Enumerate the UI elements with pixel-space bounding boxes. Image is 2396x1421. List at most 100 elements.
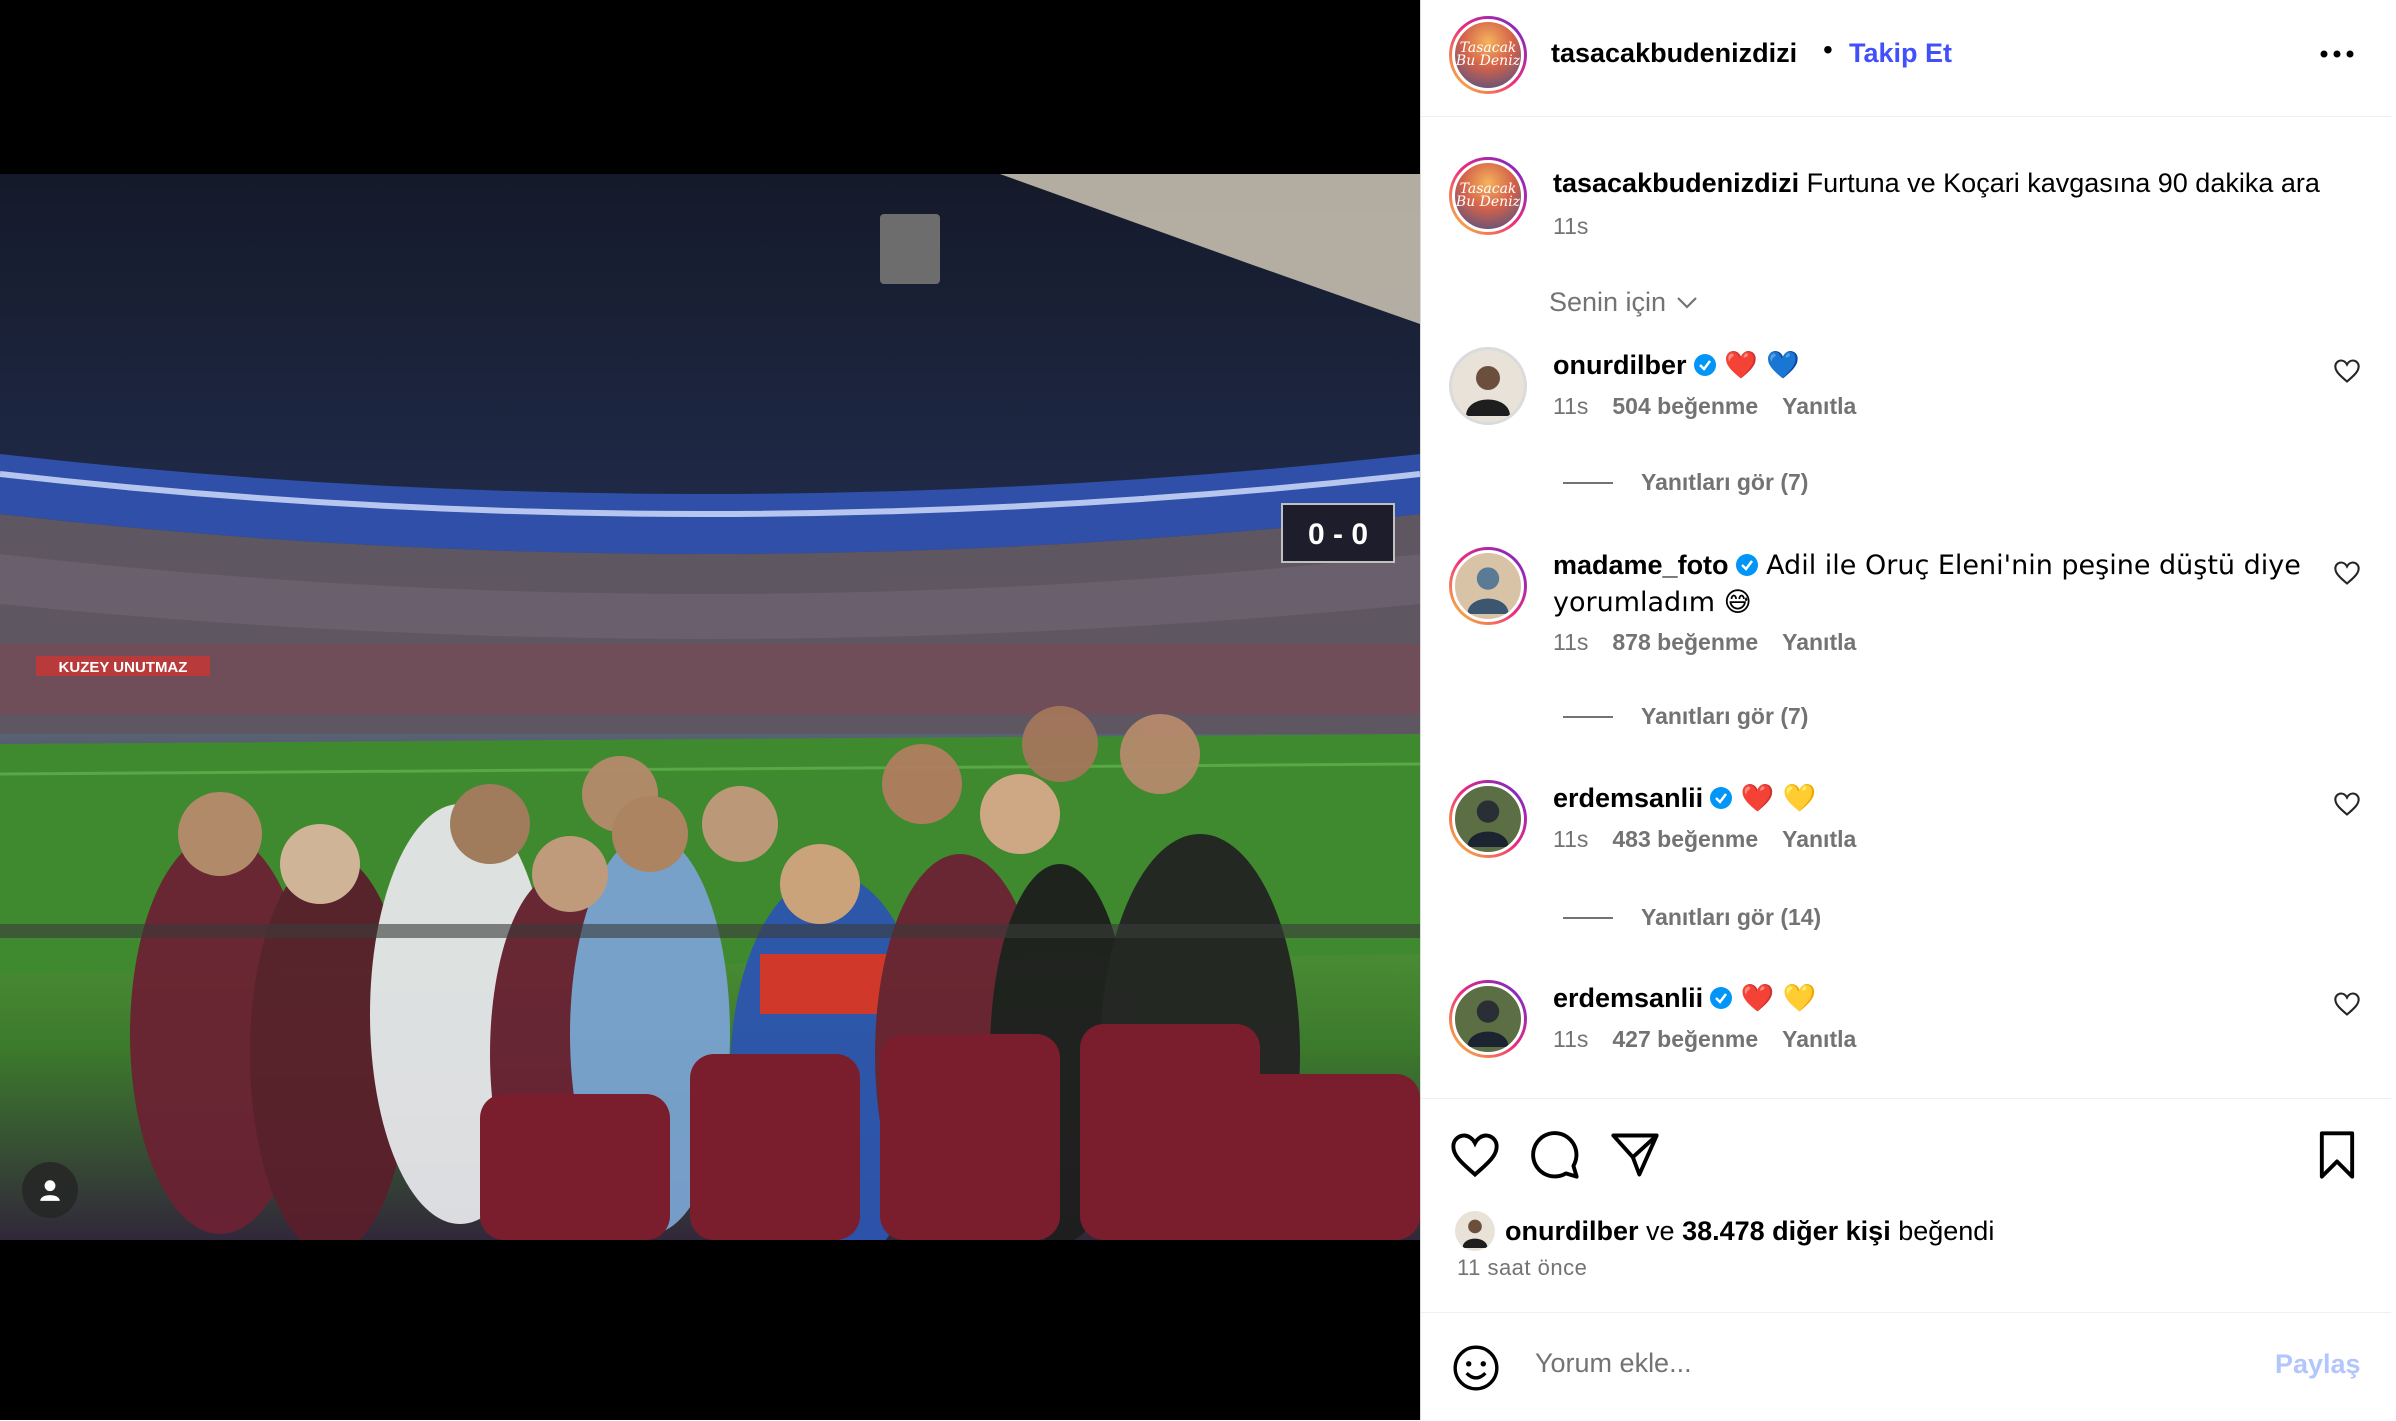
share-send-icon[interactable]: [1609, 1129, 1661, 1181]
reply-button[interactable]: Yanıtla: [1782, 393, 1856, 420]
comment-filter-label: Senin için: [1549, 287, 1667, 317]
caption-logo: Tasacak Bu Deniz: [1452, 160, 1524, 232]
reply-button[interactable]: Yanıtla: [1782, 1026, 1856, 1053]
likes-summary[interactable]: onurdilber ve 38.478 diğer kişi beğendi: [1455, 1211, 1994, 1251]
more-horizontal-icon: [2320, 50, 2354, 58]
comment-input[interactable]: [1533, 1347, 2217, 1380]
author-username[interactable]: tasacakbudenizdizi: [1551, 38, 1797, 69]
comment-time: 11s: [1553, 826, 1589, 852]
caption-username[interactable]: tasacakbudenizdizi: [1553, 168, 1799, 198]
post-comment-button[interactable]: Paylaş: [2275, 1349, 2361, 1380]
verified-badge-icon: [1693, 354, 1716, 376]
comment-text-row: onurdilber ❤️ 💙: [1553, 347, 2353, 384]
comment-text-row: madame_foto Adil ile Oruç Eleni'nin peşi…: [1553, 547, 2333, 621]
post-header: Tasacak Bu Deniz tasacakbudenizdizi • Ta…: [1421, 0, 2391, 117]
comment-meta: 11s 504 beğenme Yanıtla: [1553, 393, 1856, 420]
comment-like-heart-icon[interactable]: [2333, 559, 2361, 587]
comment-like-heart-icon[interactable]: [2333, 357, 2361, 385]
reply-button[interactable]: Yanıtla: [1782, 826, 1856, 853]
comment-time: 11s: [1553, 393, 1589, 419]
view-replies-label: Yanıtları gör (7): [1641, 703, 1809, 729]
verified-badge-icon: [1710, 987, 1733, 1009]
view-replies-label: Yanıtları gör (14): [1641, 904, 1822, 930]
comment-likes[interactable]: 427 beğenme: [1612, 1026, 1758, 1053]
comment-username[interactable]: erdemsanlii: [1553, 983, 1703, 1013]
caption-avatar[interactable]: Tasacak Bu Deniz: [1449, 157, 1527, 235]
liker-username[interactable]: onurdilber: [1505, 1216, 1639, 1246]
comment-avatar-photo: [1452, 550, 1524, 622]
author-logo-text: Tasacak Bu Deniz: [1455, 40, 1521, 69]
person-photo-icon: [1462, 1219, 1488, 1248]
comments-section[interactable]: Tasacak Bu Deniz tasacakbudenizdizi Furt…: [1421, 117, 2391, 1097]
like-heart-icon[interactable]: [1449, 1129, 1501, 1181]
person-photo-icon: [1467, 800, 1509, 847]
user-icon: [40, 1180, 60, 1201]
comment-username[interactable]: onurdilber: [1553, 350, 1687, 380]
comment-bubble-icon[interactable]: [1529, 1129, 1581, 1181]
view-replies-label: Yanıtları gör (7): [1641, 469, 1809, 495]
comment-likes[interactable]: 504 beğenme: [1612, 393, 1758, 420]
caption: tasacakbudenizdizi Furtuna ve Koçari kav…: [1553, 165, 2373, 201]
header-separator: •: [1823, 34, 1833, 65]
person-photo-icon: [1467, 1000, 1509, 1047]
comment-text: ❤️ 💛: [1740, 783, 1817, 814]
scoreboard-text: 0 - 0: [1308, 518, 1368, 551]
liker-avatar[interactable]: [1455, 1211, 1495, 1251]
likes-connector: ve: [1646, 1215, 1675, 1246]
caption-time: 11s: [1553, 213, 1589, 239]
reply-button[interactable]: Yanıtla: [1782, 629, 1856, 656]
post-photo[interactable]: 0 - 0 KUZEY UNUTMAZ: [0, 174, 1420, 1240]
caption-logo-text: Tasacak Bu Deniz: [1455, 181, 1521, 210]
comment-avatar[interactable]: [1449, 780, 1527, 858]
comment-text-row: erdemsanlii ❤️ 💛: [1553, 780, 2353, 817]
follow-button[interactable]: Takip Et: [1849, 38, 1952, 69]
post-timestamp[interactable]: 11 saat önce: [1457, 1255, 1587, 1281]
likes-suffix: beğendi: [1898, 1215, 1995, 1246]
chevron-down-icon: [1677, 296, 1697, 309]
tagged-users-button[interactable]: [22, 1162, 78, 1218]
caption-text: Furtuna ve Koçari kavgasına 90 dakika ar…: [1806, 168, 2320, 198]
comment-time: 11s: [1553, 1026, 1589, 1052]
comment-avatar-photo: [1452, 983, 1524, 1055]
comment-avatar[interactable]: [1449, 547, 1527, 625]
stadium-photo-illustration: 0 - 0 KUZEY UNUTMAZ: [0, 174, 1420, 1240]
post-sidebar: Tasacak Bu Deniz tasacakbudenizdizi • Ta…: [1420, 0, 2391, 1420]
emoji-picker-icon[interactable]: [1451, 1343, 1501, 1393]
comment-filter-button[interactable]: Senin için: [1549, 287, 1698, 318]
comment-time: 11s: [1553, 629, 1589, 655]
comment-text-row: erdemsanlii ❤️ 💛: [1553, 980, 2353, 1017]
comment-text: ❤️ 💛: [1740, 983, 1817, 1014]
view-replies-button[interactable]: Yanıtları gör (14): [1563, 904, 1821, 931]
comment-meta: 11s 878 beğenme Yanıtla: [1553, 629, 1856, 656]
view-replies-button[interactable]: Yanıtları gör (7): [1563, 703, 1808, 730]
comment-like-heart-icon[interactable]: [2333, 790, 2361, 818]
post-actions: onurdilber ve 38.478 diğer kişi beğendi …: [1421, 1098, 2391, 1313]
banner-text: KUZEY UNUTMAZ: [59, 659, 188, 676]
likes-others[interactable]: 38.478 diğer kişi: [1682, 1216, 1891, 1246]
view-replies-button[interactable]: Yanıtları gör (7): [1563, 469, 1808, 496]
comment-text: ❤️ 💙: [1724, 350, 1800, 381]
replies-divider: [1563, 916, 1613, 919]
person-photo-icon: [1466, 366, 1510, 416]
comment-username[interactable]: madame_foto: [1553, 550, 1729, 580]
author-avatar[interactable]: Tasacak Bu Deniz: [1449, 16, 1527, 94]
comment-meta: 11s 483 beğenme Yanıtla: [1553, 826, 1856, 853]
comment-likes[interactable]: 878 beğenme: [1612, 629, 1758, 656]
author-logo: Tasacak Bu Deniz: [1452, 19, 1524, 91]
verified-badge-icon: [1735, 554, 1758, 576]
comment-likes[interactable]: 483 beğenme: [1612, 826, 1758, 853]
verified-badge-icon: [1710, 787, 1733, 809]
replies-divider: [1563, 481, 1613, 484]
person-photo-icon: [1467, 567, 1509, 614]
comment-username[interactable]: erdemsanlii: [1553, 783, 1703, 813]
comment-avatar[interactable]: [1449, 980, 1527, 1058]
more-options-button[interactable]: [2317, 36, 2357, 72]
comment-avatar[interactable]: [1449, 347, 1527, 425]
replies-divider: [1563, 715, 1613, 718]
comment-avatar-photo: [1452, 783, 1524, 855]
post-media-pane: 0 - 0 KUZEY UNUTMAZ: [0, 0, 1420, 1420]
bookmark-icon[interactable]: [2311, 1129, 2363, 1181]
comment-meta: 11s 427 beğenme Yanıtla: [1553, 1026, 1856, 1053]
comment-like-heart-icon[interactable]: [2333, 990, 2361, 1018]
comment-composer: Paylaş: [1421, 1312, 2391, 1421]
